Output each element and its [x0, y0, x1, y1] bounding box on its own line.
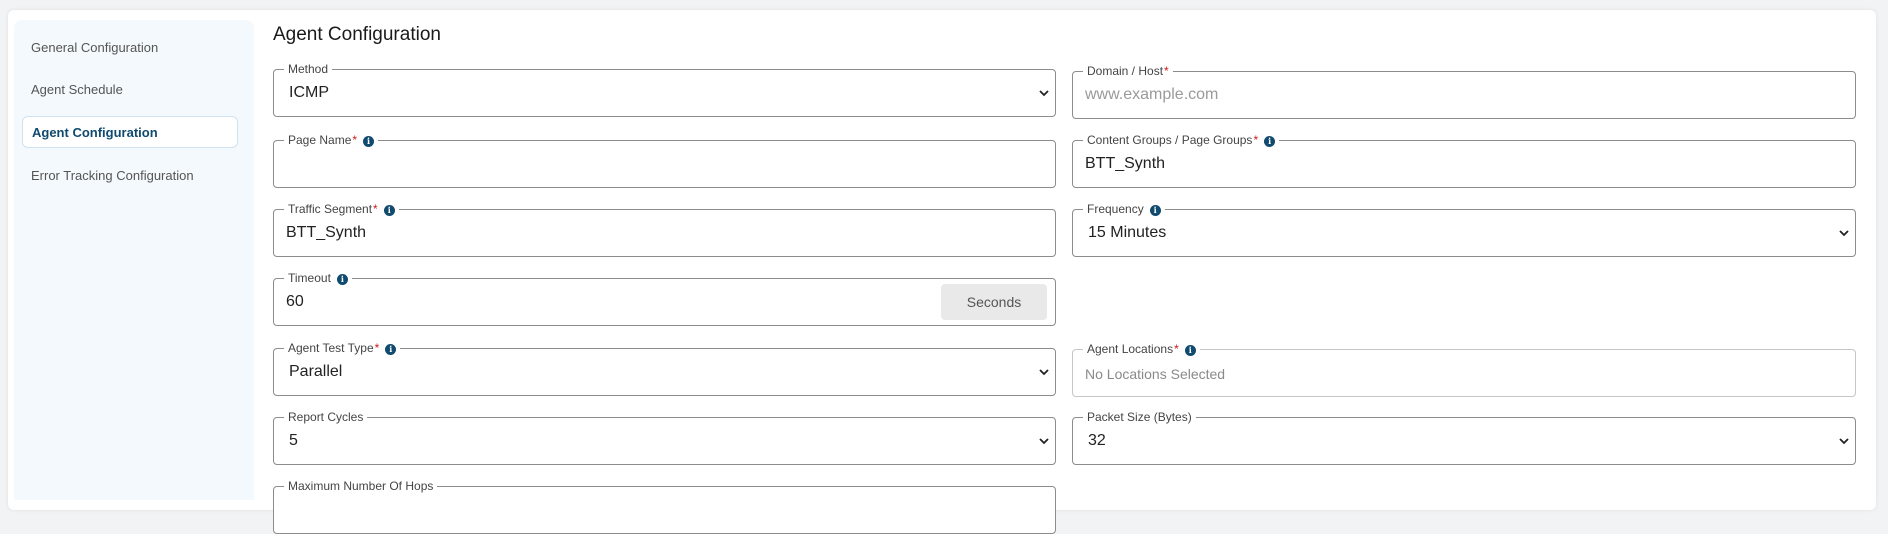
content-groups-value: BTT_Synth: [1085, 155, 1166, 172]
method-label: Method: [284, 61, 333, 77]
method-value: ICMP: [289, 84, 329, 101]
sidebar-item-general-configuration[interactable]: General Configuration: [22, 32, 238, 64]
info-icon[interactable]: i: [385, 344, 397, 355]
report-cycles-select[interactable]: Report Cycles 5: [273, 409, 1056, 465]
domain-host-placeholder: www.example.com: [1085, 86, 1219, 103]
info-icon[interactable]: i: [1184, 345, 1196, 356]
frequency-label: Frequency i: [1083, 201, 1165, 217]
page-name-label: Page Name* i: [284, 132, 379, 148]
max-hops-label: Maximum Number Of Hops: [284, 478, 438, 494]
sidebar-item-error-tracking-configuration[interactable]: Error Tracking Configuration: [22, 160, 238, 192]
info-icon[interactable]: i: [1149, 205, 1161, 216]
max-hops-input[interactable]: Maximum Number Of Hops: [273, 478, 1056, 534]
timeout-unit-suffix: Seconds: [941, 284, 1047, 320]
page-title: Agent Configuration: [273, 24, 441, 45]
domain-host-label: Domain / Host*: [1083, 63, 1173, 79]
packet-size-label: Packet Size (Bytes): [1083, 409, 1196, 425]
frequency-select[interactable]: Frequency i 15 Minutes: [1072, 201, 1856, 257]
chevron-down-icon: [1839, 230, 1849, 237]
sidebar-item-agent-schedule[interactable]: Agent Schedule: [22, 74, 238, 106]
timeout-input[interactable]: Timeout i 60 Seconds: [273, 270, 1056, 326]
sidebar: General Configuration Agent Schedule Age…: [14, 20, 254, 500]
info-icon[interactable]: i: [383, 205, 395, 216]
agent-locations-value: No Locations Selected: [1085, 366, 1226, 382]
chevron-down-icon: [1039, 369, 1049, 376]
frequency-value: 15 Minutes: [1088, 224, 1167, 241]
timeout-value: 60: [286, 293, 304, 310]
agent-locations-picker[interactable]: Agent Locations* i No Locations Selected: [1072, 341, 1856, 397]
report-cycles-label: Report Cycles: [284, 409, 368, 425]
agent-test-type-label: Agent Test Type* i: [284, 340, 401, 356]
agent-test-type-select[interactable]: Agent Test Type* i Parallel: [273, 340, 1056, 396]
method-select[interactable]: Method ICMP: [273, 61, 1056, 117]
agent-test-type-value: Parallel: [289, 363, 343, 380]
chevron-down-icon: [1839, 438, 1849, 445]
content-groups-label: Content Groups / Page Groups* i: [1083, 132, 1280, 148]
report-cycles-value: 5: [289, 432, 298, 449]
chevron-down-icon: [1039, 90, 1049, 97]
timeout-label: Timeout i: [284, 270, 352, 286]
info-icon[interactable]: i: [1264, 136, 1276, 147]
info-icon[interactable]: i: [363, 136, 375, 147]
traffic-segment-label: Traffic Segment* i: [284, 201, 399, 217]
page-name-input[interactable]: Page Name* i: [273, 132, 1056, 188]
info-icon[interactable]: i: [336, 274, 348, 285]
domain-host-input[interactable]: Domain / Host* www.example.com: [1072, 63, 1856, 119]
agent-locations-label: Agent Locations* i: [1083, 341, 1200, 357]
traffic-segment-value: BTT_Synth: [286, 224, 367, 241]
chevron-down-icon: [1039, 438, 1049, 445]
packet-size-value: 32: [1088, 432, 1106, 449]
content-groups-input[interactable]: Content Groups / Page Groups* i BTT_Synth: [1072, 132, 1856, 188]
sidebar-item-agent-configuration[interactable]: Agent Configuration: [22, 116, 238, 148]
packet-size-select[interactable]: Packet Size (Bytes) 32: [1072, 409, 1856, 465]
traffic-segment-input[interactable]: Traffic Segment* i BTT_Synth: [273, 201, 1056, 257]
